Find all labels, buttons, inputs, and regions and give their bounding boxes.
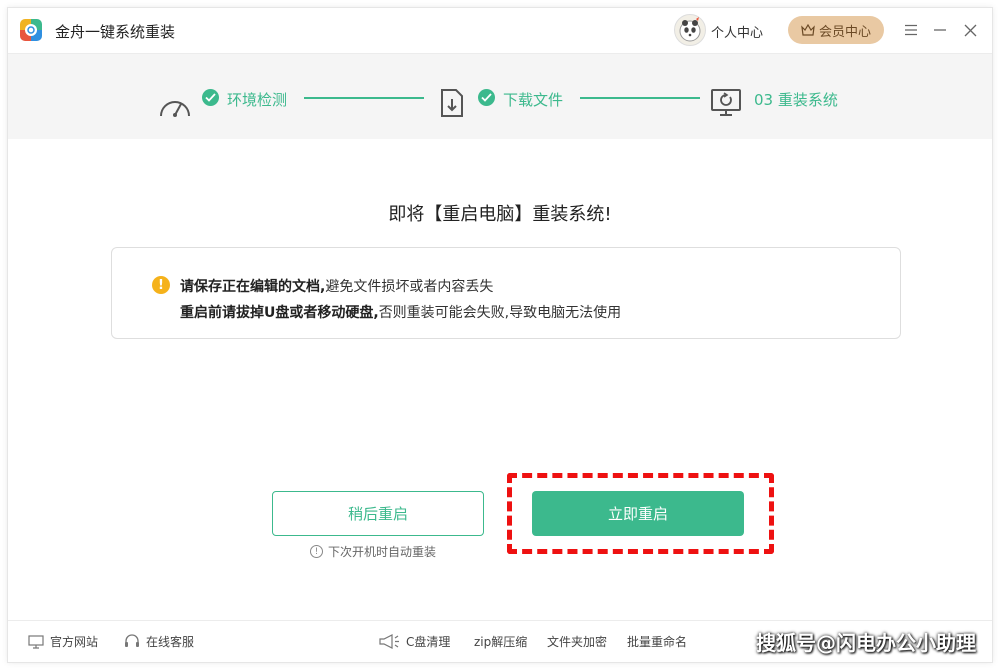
title-bar: 金舟一键系统重装 个人中心 会员中心 [8, 8, 992, 53]
gauge-icon [158, 86, 192, 120]
monitor-reinstall-icon [709, 86, 743, 120]
close-icon[interactable] [960, 20, 980, 40]
online-service-label: 在线客服 [146, 635, 195, 649]
vip-center-button[interactable]: 会员中心 [788, 16, 884, 44]
footer-bar: 官方网站 在线客服 C盘清理 zip解压缩 文件夹加密 批量重命名 搜狐号@闪电… [8, 620, 992, 662]
crown-icon [801, 24, 815, 36]
menu-icon[interactable] [901, 20, 921, 40]
app-logo-icon [20, 19, 42, 41]
step2-check-icon [478, 89, 495, 106]
notice-line-2: 重启前请拔掉U盘或者移动硬盘,否则重装可能会失败,导致电脑无法使用 [180, 302, 621, 322]
download-file-icon [435, 86, 469, 120]
warning-icon: ! [152, 276, 170, 294]
restart-later-button[interactable]: 稍后重启 [272, 491, 484, 536]
info-icon: ! [310, 545, 323, 558]
warning-notice: ! 请保存正在编辑的文档,避免文件损坏或者内容丢失 重启前请拔掉U盘或者移动硬盘… [111, 247, 901, 339]
step-environment-check: 环境检测 [227, 91, 288, 109]
monitor-icon [28, 634, 44, 649]
zip-link[interactable]: zip解压缩 [474, 633, 527, 650]
restart-later-hint-text: 下次开机时自动重装 [328, 545, 437, 559]
official-site-link[interactable]: 官方网站 [28, 633, 98, 650]
step-connector [580, 97, 700, 99]
c-clean-link[interactable]: C盘清理 [378, 633, 450, 650]
step-reinstall-system: 03 重装系统 [754, 91, 838, 109]
official-site-label: 官方网站 [50, 635, 99, 649]
notice-line-1-bold: 请保存正在编辑的文档, [180, 279, 326, 295]
avatar[interactable] [674, 14, 706, 46]
step1-check-icon [202, 89, 219, 106]
megaphone-icon [379, 634, 399, 649]
minimize-icon[interactable] [930, 20, 950, 40]
panda-avatar-icon [679, 17, 701, 42]
batch-rename-link[interactable]: 批量重命名 [627, 633, 687, 650]
notice-line-1-text: 避免文件损坏或者内容丢失 [325, 279, 494, 295]
notice-line-2-text: 否则重装可能会失败,导致电脑无法使用 [378, 305, 622, 321]
personal-center-link[interactable]: 个人中心 [711, 22, 763, 41]
vip-center-label: 会员中心 [818, 24, 871, 40]
highlight-annotation [507, 473, 774, 554]
watermark: 搜狐号@闪电办公小助理 [756, 631, 976, 655]
c-clean-label: C盘清理 [406, 635, 451, 649]
online-service-link[interactable]: 在线客服 [124, 633, 194, 650]
app-title: 金舟一键系统重装 [55, 23, 176, 41]
restart-later-hint: ! 下次开机时自动重装 [310, 543, 436, 560]
step-connector [304, 97, 424, 99]
notice-line-1: 请保存正在编辑的文档,避免文件损坏或者内容丢失 [180, 276, 493, 296]
headset-icon [125, 634, 139, 647]
app-window: 金舟一键系统重装 个人中心 会员中心 环境检测 下载文件 03 重装系统 即将【… [7, 7, 993, 663]
progress-steps: 环境检测 下载文件 03 重装系统 [8, 53, 992, 139]
page-title: 即将【重启电脑】重装系统! [388, 204, 612, 225]
notice-line-2-bold: 重启前请拔掉U盘或者移动硬盘, [180, 305, 379, 321]
folder-encrypt-link[interactable]: 文件夹加密 [547, 633, 607, 650]
step-download-files: 下载文件 [503, 91, 564, 109]
